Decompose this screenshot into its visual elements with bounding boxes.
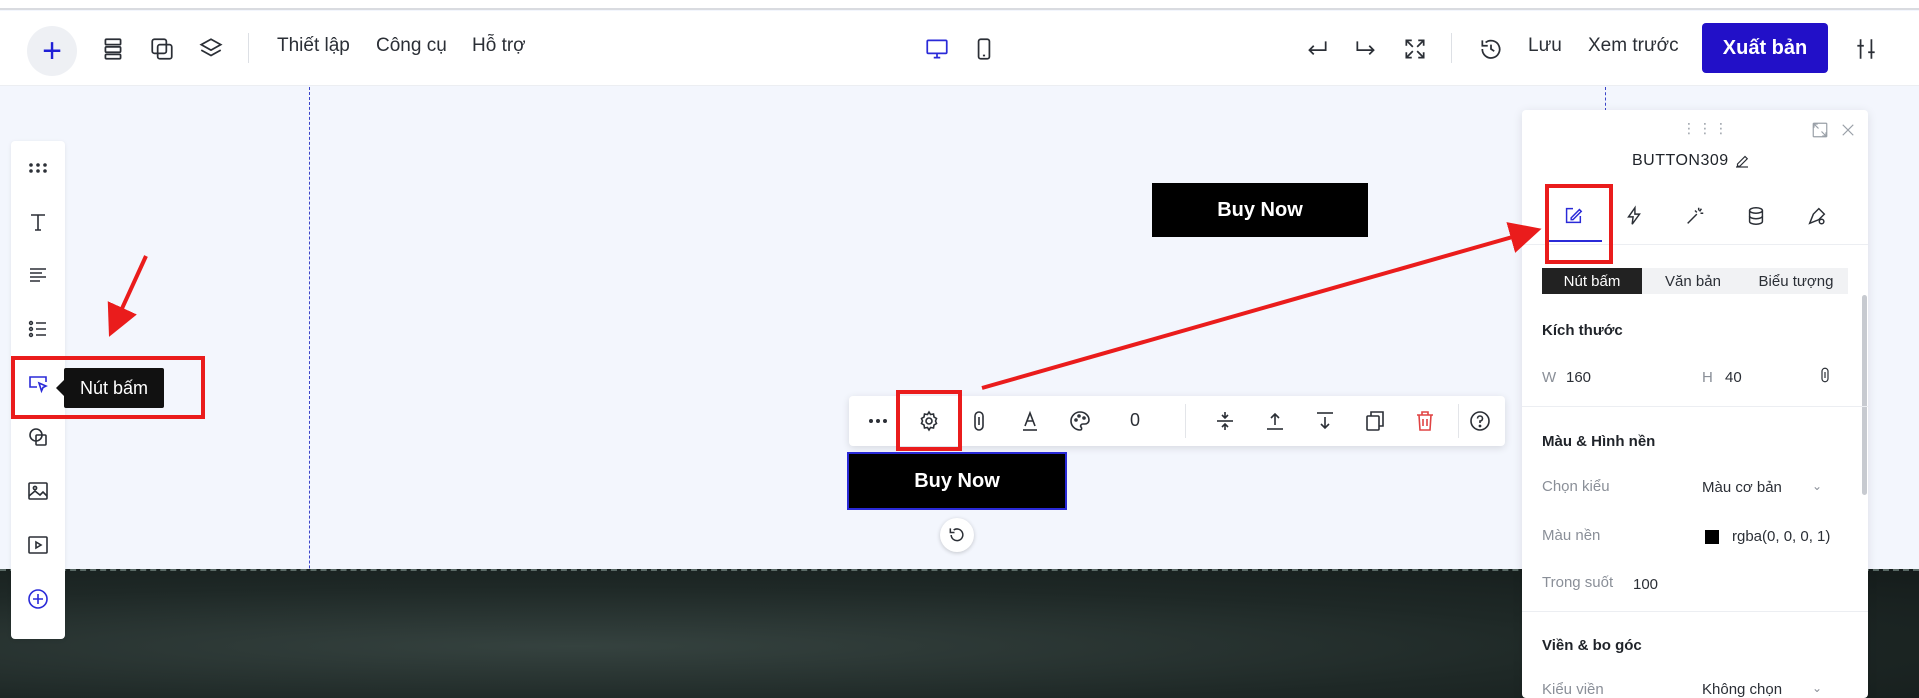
fullscreen-icon[interactable] xyxy=(1400,34,1430,64)
tab-events[interactable] xyxy=(1616,198,1652,234)
section-size-title: Kích thước xyxy=(1542,322,1623,339)
rotate-handle[interactable] xyxy=(940,518,974,552)
height-input[interactable]: 40 xyxy=(1725,369,1742,386)
layers-icon[interactable] xyxy=(196,34,226,64)
annotation-box-design-tab xyxy=(1545,184,1613,264)
chevron-down-icon[interactable]: ⌄ xyxy=(1812,681,1822,695)
style-select[interactable]: Màu cơ bản xyxy=(1702,479,1782,496)
adjust-settings-icon[interactable] xyxy=(1851,34,1881,64)
lightning-icon xyxy=(1627,205,1641,225)
buy-now-button-top[interactable]: Buy Now xyxy=(1152,183,1368,237)
close-icon[interactable] xyxy=(1838,120,1858,140)
section-border-title: Viền & bo góc xyxy=(1542,637,1642,654)
border-style-select[interactable]: Không chọn xyxy=(1702,681,1782,698)
segment-button[interactable]: Nút bấm xyxy=(1542,268,1642,294)
segment-text[interactable]: Văn bản xyxy=(1642,268,1744,294)
palette-icon[interactable] xyxy=(1065,406,1095,436)
divider xyxy=(1522,611,1868,612)
divider xyxy=(1185,404,1186,438)
border-style-label: Kiểu viền xyxy=(1542,681,1604,698)
panel-drag-handle[interactable]: ⋮⋮⋮ xyxy=(1682,120,1730,137)
bg-color-value[interactable]: rgba(0, 0, 0, 1) xyxy=(1732,528,1830,545)
magic-wand-icon xyxy=(1687,207,1704,224)
save-button[interactable]: Lưu xyxy=(1528,35,1562,57)
layout-guide-right xyxy=(1605,87,1606,111)
rename-pencil-icon[interactable] xyxy=(1732,151,1752,171)
more-options-icon[interactable] xyxy=(863,406,893,436)
width-label: W xyxy=(1542,369,1557,386)
drag-handle-icon[interactable] xyxy=(23,153,53,183)
menu-settings[interactable]: Thiết lập xyxy=(277,35,350,57)
divider xyxy=(1451,33,1452,63)
divider xyxy=(1522,406,1868,407)
add-element-button[interactable]: + xyxy=(27,26,77,76)
segment-icon[interactable]: Biểu tượng xyxy=(1744,268,1848,294)
undo-icon[interactable] xyxy=(1302,34,1332,64)
menu-help[interactable]: Hỗ trợ xyxy=(472,35,526,57)
width-input[interactable]: 160 xyxy=(1566,369,1591,386)
pen-settings-icon xyxy=(1808,207,1826,225)
publish-button[interactable]: Xuất bản xyxy=(1702,23,1828,73)
menu-tools[interactable]: Công cụ xyxy=(376,35,447,57)
style-label: Chọn kiểu xyxy=(1542,478,1610,495)
mobile-view-icon[interactable] xyxy=(969,34,999,64)
editor-topbar: + Thiết lập Công cụ Hỗ trợ Lưu Xem trước… xyxy=(0,11,1919,86)
align-top-icon[interactable] xyxy=(1260,406,1290,436)
section-color-title: Màu & Hình nền xyxy=(1542,433,1656,450)
opacity-input[interactable]: 100 xyxy=(1633,576,1658,593)
color-swatch[interactable] xyxy=(1705,530,1719,544)
annotation-box-button-tool xyxy=(11,356,205,419)
rotate-icon xyxy=(949,528,964,542)
tab-data[interactable] xyxy=(1738,198,1774,234)
image-icon[interactable] xyxy=(23,476,53,506)
panel-scrollbar[interactable] xyxy=(1862,295,1867,495)
align-center-vertical-icon[interactable] xyxy=(1210,406,1240,436)
shape-icon[interactable] xyxy=(23,422,53,452)
divider xyxy=(1458,404,1459,438)
rotation-value[interactable]: 0 xyxy=(1130,410,1140,431)
duplicate-icon[interactable] xyxy=(1360,406,1390,436)
lock-ratio-icon[interactable] xyxy=(1815,365,1835,385)
element-name: BUTTON309 xyxy=(1632,152,1729,169)
pages-icon[interactable] xyxy=(98,34,128,64)
chevron-down-icon[interactable]: ⌄ xyxy=(1812,479,1822,493)
preview-button[interactable]: Xem trước xyxy=(1588,35,1679,57)
text-color-icon[interactable] xyxy=(1015,406,1045,436)
tab-advanced[interactable] xyxy=(1799,198,1835,234)
browser-top-strip xyxy=(0,0,1919,10)
link-icon[interactable] xyxy=(964,406,994,436)
divider xyxy=(248,33,249,63)
expand-icon[interactable] xyxy=(1810,120,1830,140)
bg-color-label: Màu nền xyxy=(1542,527,1601,544)
help-icon[interactable] xyxy=(1465,406,1495,436)
buy-now-button-selected[interactable]: Buy Now xyxy=(847,452,1067,510)
text-heading-icon[interactable] xyxy=(23,207,53,237)
list-icon[interactable] xyxy=(23,314,53,344)
align-bottom-icon[interactable] xyxy=(1310,406,1340,436)
video-icon[interactable] xyxy=(23,530,53,560)
opacity-label: Trong suốt xyxy=(1542,574,1614,591)
history-icon[interactable] xyxy=(1476,34,1506,64)
annotation-box-settings xyxy=(896,390,962,451)
tab-effects[interactable] xyxy=(1677,198,1713,234)
add-more-icon[interactable] xyxy=(23,584,53,614)
sections-icon[interactable] xyxy=(147,34,177,64)
desktop-view-icon[interactable] xyxy=(922,34,952,64)
redo-icon[interactable] xyxy=(1351,34,1381,64)
paragraph-icon[interactable] xyxy=(23,260,53,290)
delete-icon[interactable] xyxy=(1410,406,1440,436)
height-label: H xyxy=(1702,369,1713,386)
database-icon xyxy=(1748,207,1764,225)
